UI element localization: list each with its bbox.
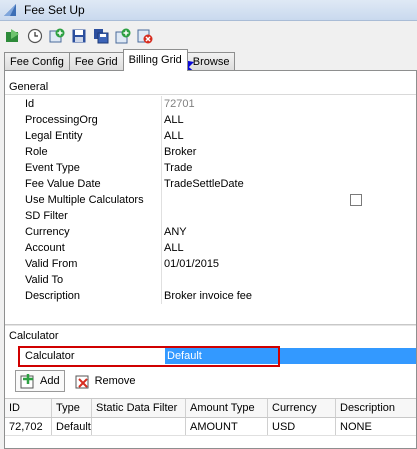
property-label: Event Type [5,160,162,176]
property-label: Legal Entity [5,128,162,144]
table-cell [92,418,186,435]
property-row-account[interactable]: Account ALL [5,240,416,256]
property-row-fee-value-date[interactable]: Fee Value Date TradeSettleDate [5,176,416,192]
clock-icon[interactable] [26,27,44,45]
remove-button[interactable]: Remove [71,370,140,392]
remove-button-label: Remove [94,375,136,387]
property-label: Account [5,240,162,256]
billing-grid-panel: General Id 72701 ProcessingOrg ALL Legal… [4,70,417,449]
property-row-sd-filter[interactable]: SD Filter [5,208,416,224]
property-label: Description [5,288,162,304]
property-value[interactable]: ALL [162,128,184,144]
table-header: ID Type Static Data Filter Amount Type C… [5,398,416,418]
toolbar [0,25,158,47]
column-header-type[interactable]: Type [52,399,92,417]
column-header-static-data-filter[interactable]: Static Data Filter [92,399,186,417]
column-header-id[interactable]: ID [5,399,52,417]
calculator-value[interactable]: Default [165,348,416,364]
calculator-button-bar: Add Remove [15,370,140,392]
table-row[interactable]: 72,702 Default AMOUNT USD NONE [5,418,416,436]
property-value[interactable]: ANY [162,224,187,240]
title-bar: Fee Set Up [0,0,417,21]
property-label: Role [5,144,162,160]
property-row-use-multiple-calculators[interactable]: Use Multiple Calculators [5,192,416,208]
column-header-currency[interactable]: Currency [268,399,336,417]
property-label: SD Filter [5,208,162,224]
property-label: ProcessingOrg [5,112,162,128]
calculator-section-header: Calculator [9,330,59,342]
section-splitter[interactable] [5,324,416,326]
property-row-event-type[interactable]: Event Type Trade [5,160,416,176]
property-value: 72701 [164,98,195,110]
property-label: Use Multiple Calculators [5,192,162,208]
tab-fee-grid[interactable]: Fee Grid [68,52,124,71]
add-icon[interactable] [48,27,66,45]
table-cell: 72,702 [5,418,52,435]
calculator-table: ID Type Static Data Filter Amount Type C… [5,398,416,436]
property-row-description[interactable]: Description Broker invoice fee [5,288,416,304]
property-value[interactable]: Broker invoice fee [162,288,252,304]
column-header-amount-type[interactable]: Amount Type [186,399,268,417]
general-property-list: Id 72701 ProcessingOrg ALL Legal Entity … [5,96,416,304]
property-row-id: Id 72701 [5,96,416,112]
add-button-label: Add [40,375,60,387]
property-row-role[interactable]: Role Broker [5,144,416,160]
property-value[interactable]: 01/01/2015 [162,256,219,272]
column-header-description[interactable]: Description [336,399,416,417]
calculator-row[interactable]: Calculator Default [5,347,416,365]
property-label: Valid To [5,272,162,288]
tab-fee-config[interactable]: Fee Config [4,52,70,71]
copy-icon[interactable] [92,27,110,45]
general-section-header: General [5,79,416,95]
property-label: Fee Value Date [5,176,162,192]
add-icon [20,374,34,389]
property-label: Id [5,96,162,112]
table-cell: USD [268,418,336,435]
property-value[interactable]: ALL [162,240,184,256]
property-label: Currency [5,224,162,240]
table-cell: Default [52,418,92,435]
property-row-valid-to[interactable]: Valid To [5,272,416,288]
new-icon[interactable] [114,27,132,45]
property-row-legal-entity[interactable]: Legal Entity ALL [5,128,416,144]
add-button[interactable]: Add [15,370,65,392]
calculator-label: Calculator [25,350,75,362]
table-cell: AMOUNT [186,418,268,435]
window-title: Fee Set Up [24,3,85,17]
property-value[interactable]: TradeSettleDate [162,176,244,192]
property-row-processing-org[interactable]: ProcessingOrg ALL [5,112,416,128]
property-label: Valid From [5,256,162,272]
tab-billing-grid[interactable]: Billing Grid [122,49,188,71]
use-multiple-calculators-checkbox[interactable] [350,194,362,206]
property-value[interactable]: Broker [162,144,196,160]
property-row-currency[interactable]: Currency ANY [5,224,416,240]
table-cell: NONE [340,421,372,433]
floppy-icon[interactable] [70,27,88,45]
save-green-icon[interactable] [4,27,22,45]
delete-icon[interactable] [136,27,154,45]
property-value[interactable]: ALL [162,112,184,128]
app-icon [4,4,16,16]
property-value[interactable]: Trade [162,160,192,176]
property-row-valid-from[interactable]: Valid From 01/01/2015 [5,256,416,272]
remove-icon [75,375,89,389]
